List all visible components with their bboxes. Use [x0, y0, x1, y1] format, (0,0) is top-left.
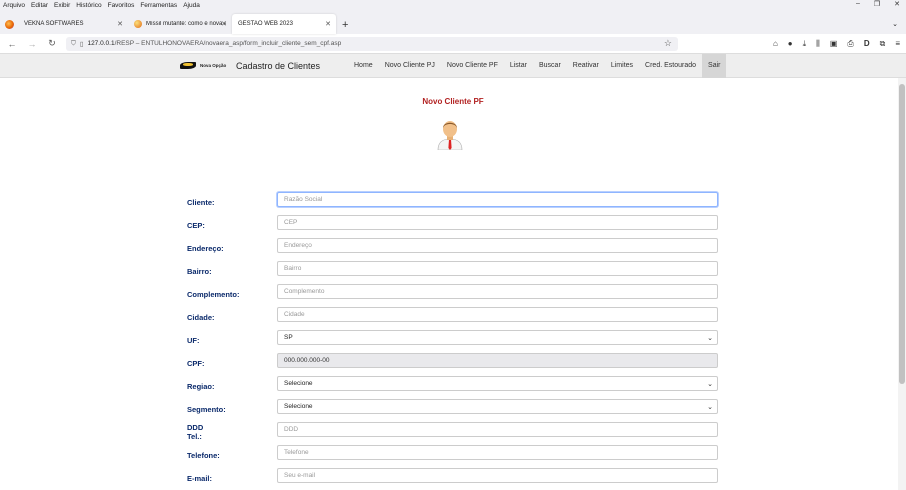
- label-bairro: Bairro:: [187, 267, 212, 276]
- tab-title: GESTAO WEB 2023: [238, 21, 293, 27]
- regiao-selected-value: Selecione: [284, 380, 313, 387]
- menu-ajuda[interactable]: Ajuda: [183, 2, 200, 9]
- screenshot-icon[interactable]: ▣: [830, 39, 838, 48]
- chevron-down-icon: ⌄: [707, 380, 713, 388]
- tab-list-chevron-icon[interactable]: ⌄: [892, 20, 898, 28]
- telefone-input[interactable]: Telefone: [277, 445, 718, 460]
- app-title: Cadastro de Clientes: [236, 60, 321, 71]
- menu-favoritos[interactable]: Favoritos: [108, 2, 135, 9]
- extension-dark-icon[interactable]: ●: [788, 39, 793, 48]
- url-bar[interactable]: ⛉ ▯ 127.0.0.1/RESP – ENTULHONOVAERA/nova…: [66, 36, 678, 51]
- tab-title: Míssil mutante: como é nova ar: [146, 21, 226, 27]
- download-icon[interactable]: ⤓: [803, 39, 807, 49]
- cpf-input: 000.000.000-00: [277, 353, 718, 368]
- page-title: Novo Cliente PF: [422, 97, 484, 106]
- nav-novo-cliente-pj[interactable]: Novo Cliente PJ: [379, 54, 441, 78]
- brand[interactable]: Nova Opção: [180, 62, 226, 69]
- cep-input[interactable]: CEP: [277, 215, 718, 230]
- user-avatar-icon: [437, 121, 463, 150]
- news-favicon-icon: [134, 20, 142, 28]
- print-icon[interactable]: ⎙: [847, 39, 853, 49]
- close-tab-icon[interactable]: ✕: [221, 20, 227, 28]
- nav-home[interactable]: Home: [348, 54, 379, 78]
- minimize-icon[interactable]: –: [856, 0, 860, 8]
- label-cpf: CPF:: [187, 359, 205, 368]
- page-info-icon[interactable]: ▯: [80, 40, 84, 48]
- app-menu-icon[interactable]: ≡: [895, 39, 900, 48]
- tab-missil[interactable]: Míssil mutante: como é nova ar ✕: [128, 14, 232, 34]
- firefox-icon[interactable]: [4, 19, 14, 29]
- uf-selected-value: SP: [284, 334, 293, 341]
- chevron-down-icon: ⌄: [707, 334, 713, 342]
- chevron-down-icon: ⌄: [707, 403, 713, 411]
- cliente-input[interactable]: Razão Social: [277, 192, 718, 207]
- close-tab-icon[interactable]: ✕: [117, 20, 123, 28]
- bookmark-star-icon[interactable]: ☆: [664, 38, 672, 49]
- page-scrollbar[interactable]: [898, 78, 906, 490]
- shield-icon[interactable]: ⛉: [71, 40, 76, 48]
- forward-icon[interactable]: →: [26, 39, 38, 49]
- app-menu: Home Novo Cliente PJ Novo Cliente PF Lis…: [348, 53, 727, 78]
- bairro-input[interactable]: Bairro: [277, 261, 718, 276]
- nav-novo-cliente-pf[interactable]: Novo Cliente PF: [441, 54, 504, 78]
- menu-ferramentas[interactable]: Ferramentas: [140, 2, 177, 9]
- label-endereco: Endereço:: [187, 244, 224, 253]
- nav-sair[interactable]: Sair: [702, 53, 727, 78]
- url-path: /RESP – ENTULHONOVAERA/novaera_asp/form_…: [114, 40, 342, 47]
- toolbar-icons: ⌂ ● ⤓ ⫼ ▣ ⎙ D ⧉ ≡: [773, 39, 900, 49]
- nav-buscar[interactable]: Buscar: [533, 54, 567, 78]
- segmento-selected-value: Selecione: [284, 403, 313, 410]
- menu-editar[interactable]: Editar: [31, 2, 48, 9]
- label-regiao: Regiao:: [187, 382, 215, 391]
- browser-menubar: Arquivo Editar Exibir Histórico Favorito…: [0, 0, 906, 10]
- tab-vekna[interactable]: VEKNA SOFTWARES ✕: [18, 14, 128, 34]
- label-complemento: Complemento:: [187, 290, 240, 299]
- url-host: 127.0.0.1: [87, 40, 115, 47]
- back-icon[interactable]: ←: [6, 39, 18, 49]
- extension-d-icon[interactable]: D: [864, 39, 870, 48]
- regiao-select[interactable]: Selecione ⌄: [277, 376, 718, 391]
- label-cidade: Cidade:: [187, 313, 215, 322]
- label-uf: UF:: [187, 336, 200, 345]
- label-telefone: Telefone:: [187, 451, 220, 460]
- menu-exibir[interactable]: Exibir: [54, 2, 70, 9]
- app-header: Nova Opção Cadastro de Clientes Home Nov…: [0, 53, 906, 78]
- library-icon[interactable]: ⫼: [816, 39, 820, 49]
- ddd-input[interactable]: DDD: [277, 422, 718, 437]
- extensions-puzzle-icon[interactable]: ⧉: [880, 39, 886, 49]
- new-tab-button[interactable]: +: [336, 19, 354, 34]
- restore-icon[interactable]: ❐: [874, 0, 880, 8]
- label-segmento: Segmento:: [187, 405, 226, 414]
- label-cliente: Cliente:: [187, 198, 215, 207]
- cidade-input[interactable]: Cidade: [277, 307, 718, 322]
- home-icon[interactable]: ⌂: [773, 39, 778, 48]
- window-close-icon[interactable]: ✕: [894, 0, 900, 8]
- email-input[interactable]: Seu e-mail: [277, 468, 718, 483]
- window-controls: – ❐ ✕: [856, 0, 900, 8]
- tab-title: VEKNA SOFTWARES: [24, 21, 84, 27]
- menu-arquivo[interactable]: Arquivo: [3, 2, 25, 9]
- tab-strip: – ❐ ✕ VEKNA SOFTWARES ✕ Míssil mutante: …: [0, 0, 906, 34]
- menu-historico[interactable]: Histórico: [76, 2, 101, 9]
- nav-limites[interactable]: Limites: [605, 54, 639, 78]
- endereco-input[interactable]: Endereço: [277, 238, 718, 253]
- uf-select[interactable]: SP ⌄: [277, 330, 718, 345]
- main-content: Novo Cliente PF Cliente: Razão Social CE…: [0, 78, 906, 490]
- tab-gestao-web[interactable]: GESTAO WEB 2023 ✕: [232, 14, 336, 34]
- segmento-select[interactable]: Selecione ⌄: [277, 399, 718, 414]
- label-ddd-tel: Tel.:: [187, 432, 202, 441]
- scrollbar-thumb[interactable]: [899, 84, 905, 384]
- nav-reativar[interactable]: Reativar: [567, 54, 605, 78]
- nav-listar[interactable]: Listar: [504, 54, 533, 78]
- complemento-input[interactable]: Complemento: [277, 284, 718, 299]
- label-ddd: DDD: [187, 423, 204, 432]
- label-cep: CEP:: [187, 221, 205, 230]
- reload-icon[interactable]: ↻: [46, 38, 58, 49]
- label-email: E-mail:: [187, 474, 213, 483]
- nav-cred-estourado[interactable]: Cred. Estourado: [639, 54, 702, 78]
- brand-logo-icon: [180, 62, 196, 69]
- brand-name: Nova Opção: [200, 63, 227, 68]
- close-tab-icon[interactable]: ✕: [325, 20, 331, 28]
- navigation-bar: ← → ↻ ⛉ ▯ 127.0.0.1/RESP – ENTULHONOVAER…: [0, 34, 906, 54]
